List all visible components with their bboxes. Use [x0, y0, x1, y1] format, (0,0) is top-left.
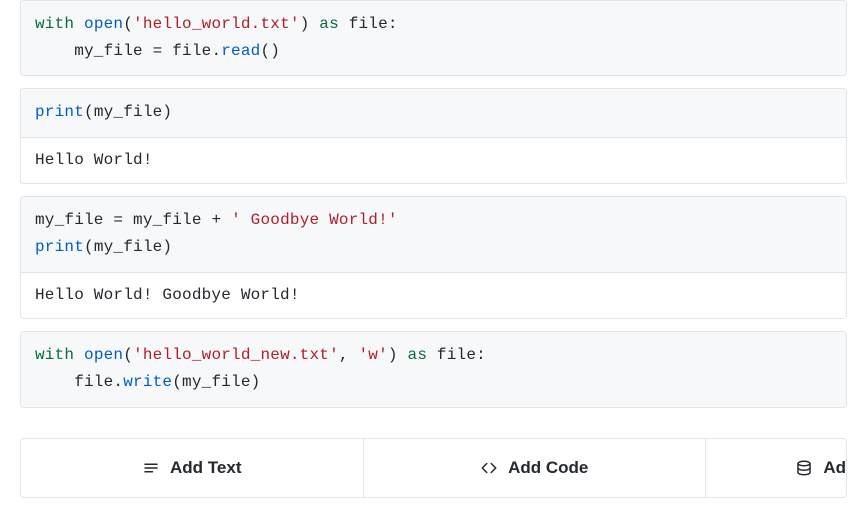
- code-icon: [480, 459, 498, 477]
- add-code-button[interactable]: Add Code: [364, 439, 707, 497]
- code-input[interactable]: my_file = my_file + ' Goodbye World!'pri…: [21, 197, 846, 271]
- code-cell[interactable]: with open('hello_world.txt') as file: my…: [20, 0, 847, 76]
- code-cell[interactable]: my_file = my_file + ' Goodbye World!'pri…: [20, 196, 847, 319]
- code-input[interactable]: with open('hello_world.txt') as file: my…: [21, 1, 846, 75]
- code-cell[interactable]: print(my_file) Hello World!: [20, 88, 847, 184]
- add-text-button[interactable]: Add Text: [21, 439, 364, 497]
- code-output: Hello World!: [21, 137, 846, 184]
- add-other-label: Ad: [823, 458, 846, 478]
- code-input[interactable]: print(my_file): [21, 89, 846, 136]
- add-other-button[interactable]: Ad: [706, 439, 846, 497]
- code-cell[interactable]: with open('hello_world_new.txt', 'w') as…: [20, 331, 847, 407]
- add-text-label: Add Text: [170, 458, 241, 478]
- code-input[interactable]: with open('hello_world_new.txt', 'w') as…: [21, 332, 846, 406]
- code-output: Hello World! Goodbye World!: [21, 272, 846, 319]
- notebook: with open('hello_world.txt') as file: my…: [0, 0, 867, 408]
- add-code-label: Add Code: [508, 458, 588, 478]
- list-icon: [142, 459, 160, 477]
- database-icon: [795, 459, 813, 477]
- cell-toolbar: Add Text Add Code Ad: [20, 438, 847, 498]
